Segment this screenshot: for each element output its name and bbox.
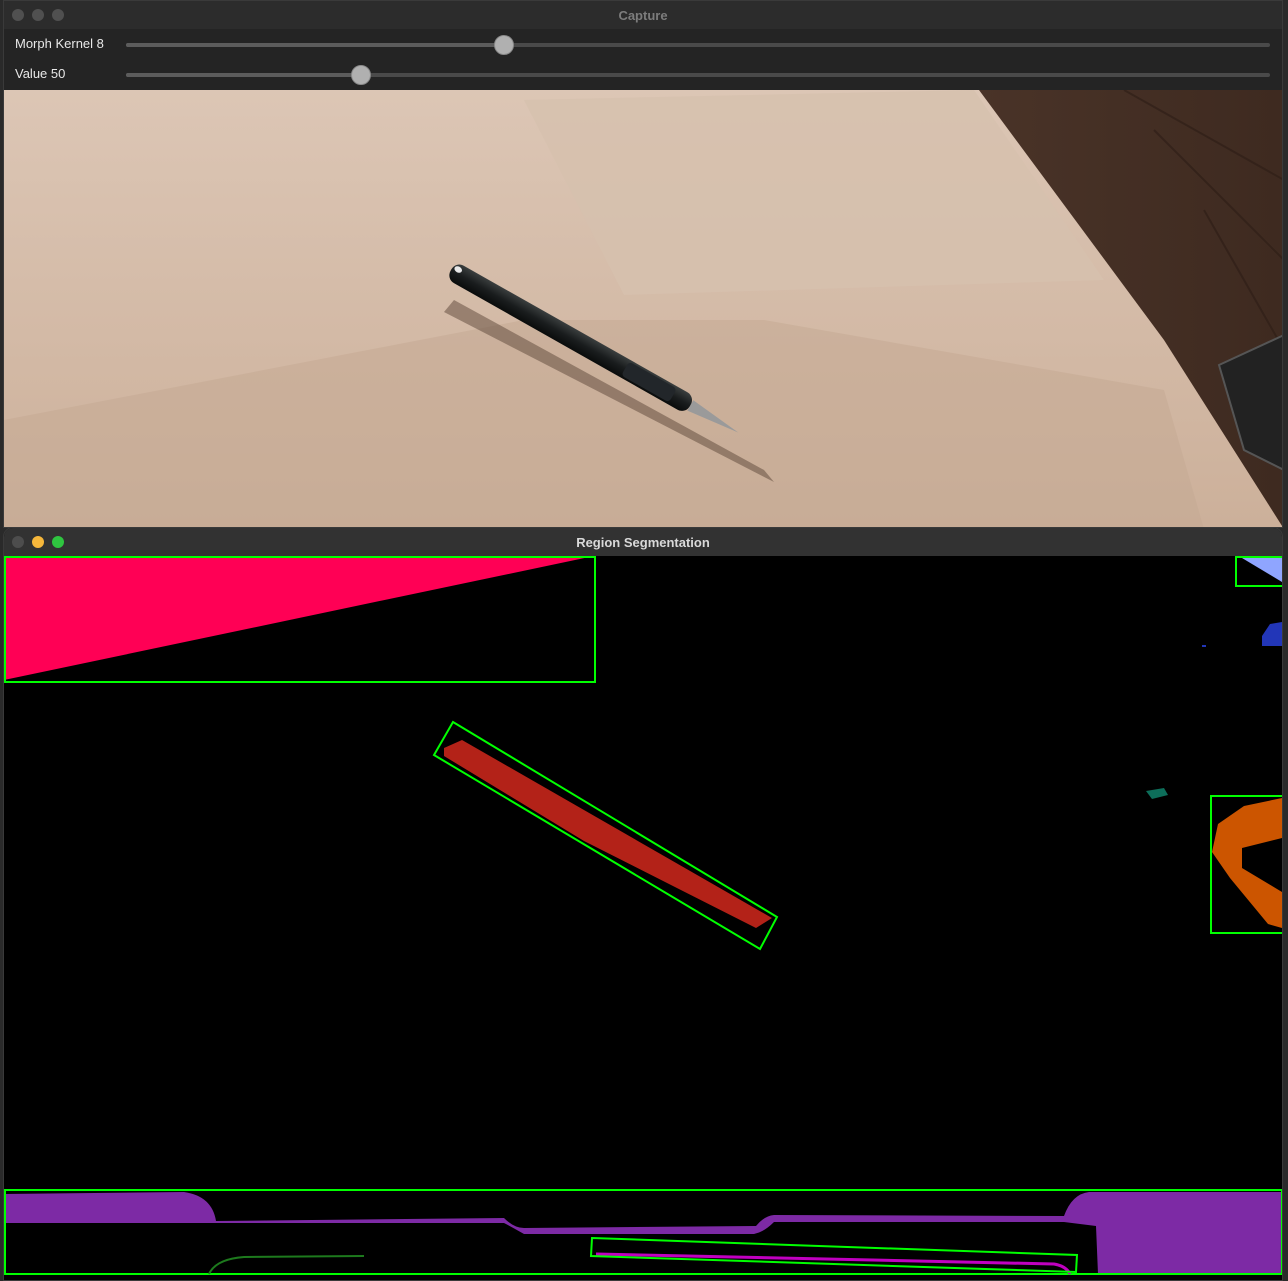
slider-knob[interactable]: [350, 65, 371, 85]
segmentation-image: [4, 556, 1282, 1280]
capture-window: Capture Morph Kernel 8 Value 50: [3, 0, 1283, 528]
window-title: Capture: [618, 8, 668, 23]
slider-knob[interactable]: [493, 35, 514, 55]
trackbar-value[interactable]: Value 50: [4, 59, 1282, 89]
video-frame: [4, 90, 1282, 527]
slider-track[interactable]: [126, 65, 1270, 85]
window-title: Region Segmentation: [576, 535, 710, 550]
slider-track[interactable]: [126, 35, 1270, 55]
capture-titlebar[interactable]: Capture: [4, 1, 1282, 30]
segmentation-window: Region Segmentation: [3, 527, 1283, 1281]
slider-fill: [126, 43, 504, 47]
trackbar-label: Morph Kernel 8: [15, 36, 104, 51]
slider-fill: [126, 73, 361, 77]
trackbar-label: Value 50: [15, 66, 66, 81]
trackbar-morph-kernel[interactable]: Morph Kernel 8: [4, 29, 1282, 59]
region-blue-speck: [1202, 645, 1206, 647]
segmentation-titlebar[interactable]: Region Segmentation: [4, 528, 1282, 557]
background: [4, 556, 1282, 1280]
trackbar-panel: Morph Kernel 8 Value 50: [4, 29, 1282, 90]
